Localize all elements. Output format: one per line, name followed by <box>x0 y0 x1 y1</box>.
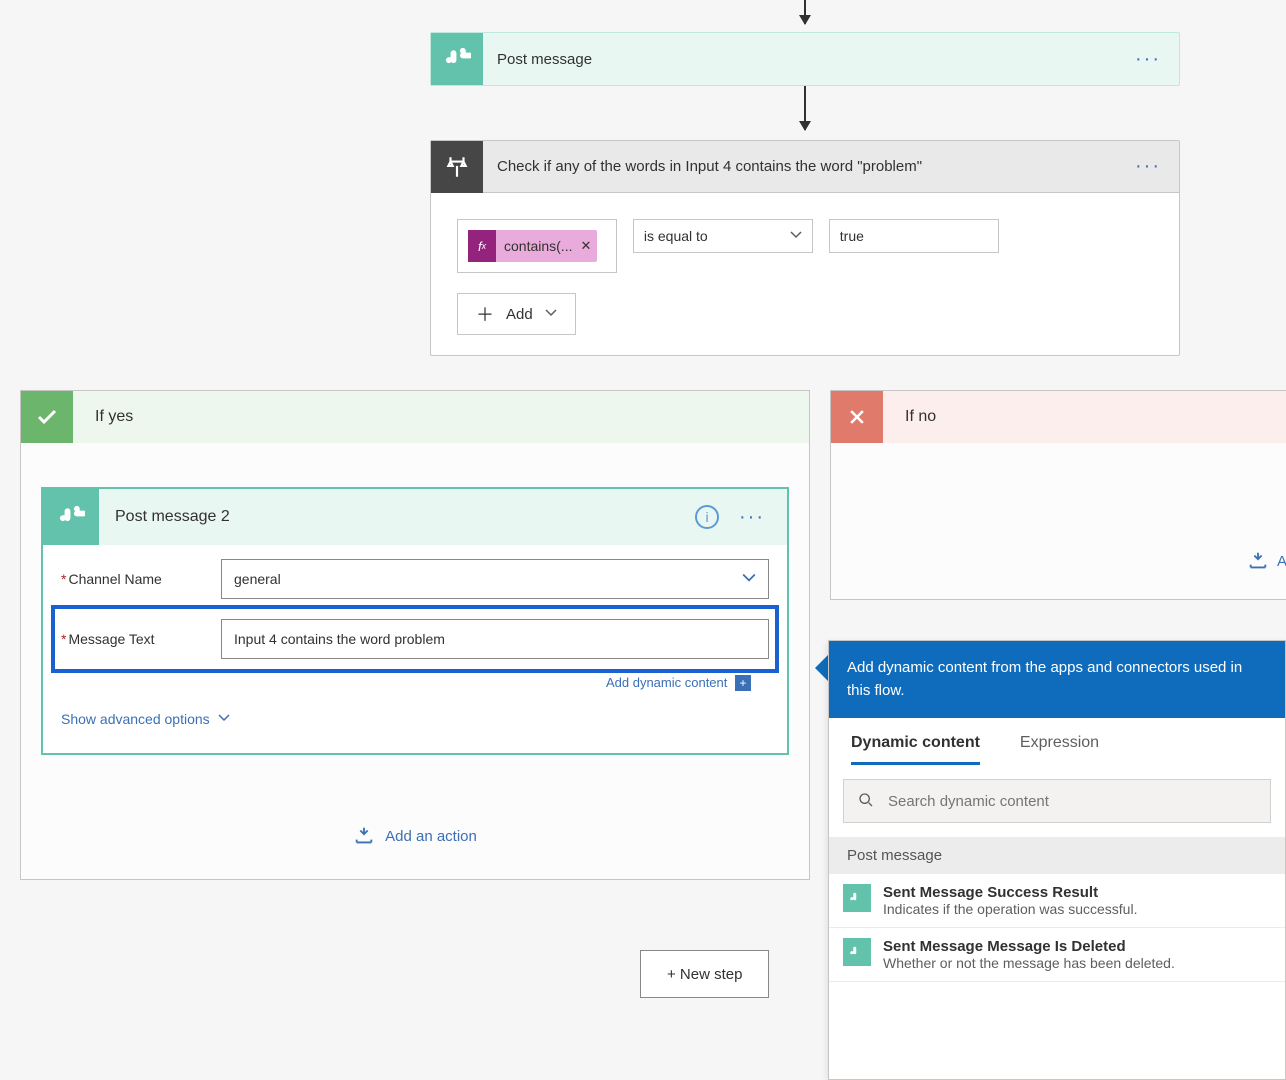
add-dynamic-content-link[interactable]: Add dynamic content + <box>61 669 769 691</box>
fx-icon: fx <box>468 230 496 262</box>
control-icon <box>431 141 483 193</box>
message-text-input[interactable]: Input 4 contains the word problem <box>221 619 769 659</box>
item-description: Whether or not the message has been dele… <box>883 955 1175 971</box>
chevron-down-icon <box>742 571 756 588</box>
field-channel-name: *Channel Name general <box>61 549 769 609</box>
action-title: Post message 2 <box>115 508 695 526</box>
plus-icon: ＋ <box>476 301 494 327</box>
branch-label: If no <box>905 408 936 426</box>
search-input[interactable] <box>886 792 1256 811</box>
callout-arrow <box>815 654 829 682</box>
tab-expression[interactable]: Expression <box>1020 734 1099 765</box>
remove-token-icon[interactable]: ✕ <box>580 238 591 254</box>
item-title: Sent Message Message Is Deleted <box>883 938 1175 955</box>
show-advanced-options-link[interactable]: Show advanced options <box>61 711 230 727</box>
panel-description: Add dynamic content from the apps and co… <box>829 641 1285 718</box>
branch-label: If yes <box>95 408 133 426</box>
add-condition-button[interactable]: ＋ Add <box>457 293 576 335</box>
search-icon <box>858 792 874 811</box>
plus-icon: + <box>735 675 751 691</box>
dynamic-content-item[interactable]: Sent Message Success Result Indicates if… <box>829 874 1285 928</box>
chevron-down-icon <box>545 306 557 323</box>
slack-icon <box>843 938 871 966</box>
branch-if-no: If no <box>830 390 1286 600</box>
chevron-down-icon <box>218 711 230 727</box>
dynamic-section-header: Post message <box>829 837 1285 874</box>
dynamic-content-panel: Add dynamic content from the apps and co… <box>828 640 1286 1080</box>
slack-icon <box>431 33 483 85</box>
condition-title: Check if any of the words in Input 4 con… <box>497 158 1129 175</box>
close-icon <box>831 391 883 443</box>
add-action-link[interactable]: Add an action <box>21 825 809 847</box>
item-title: Sent Message Success Result <box>883 884 1137 901</box>
item-description: Indicates if the operation was successfu… <box>883 901 1137 917</box>
branch-if-yes: If yes Post message 2 i ··· *Channel Nam… <box>20 390 810 880</box>
action-menu-icon[interactable]: ··· <box>733 506 771 529</box>
slack-icon <box>843 884 871 912</box>
action-title: Post message <box>497 51 1129 68</box>
field-message-text: *Message Text Input 4 contains the word … <box>55 609 775 669</box>
check-icon <box>21 391 73 443</box>
dynamic-content-search[interactable] <box>843 779 1271 823</box>
new-step-button[interactable]: + New step <box>640 950 769 998</box>
add-action-link[interactable]: Add <box>1247 550 1286 572</box>
expression-operand[interactable]: fx contains(... ✕ <box>457 219 617 273</box>
action-menu-icon[interactable]: ··· <box>1129 48 1167 71</box>
chevron-down-icon <box>790 228 802 244</box>
condition-menu-icon[interactable]: ··· <box>1129 155 1167 178</box>
action-post-message-2[interactable]: Post message 2 i ··· *Channel Name gener… <box>41 487 789 755</box>
info-icon[interactable]: i <box>695 505 719 529</box>
tab-dynamic-content[interactable]: Dynamic content <box>851 734 980 765</box>
action-post-message[interactable]: Post message ··· <box>430 32 1180 86</box>
dynamic-content-item[interactable]: Sent Message Message Is Deleted Whether … <box>829 928 1285 982</box>
channel-dropdown[interactable]: general <box>221 559 769 599</box>
expression-token[interactable]: fx contains(... ✕ <box>468 230 597 262</box>
compare-value-input[interactable]: true <box>829 219 999 253</box>
slack-icon <box>43 489 99 545</box>
operator-dropdown[interactable]: is equal to <box>633 219 813 253</box>
condition-card[interactable]: Check if any of the words in Input 4 con… <box>430 140 1180 356</box>
